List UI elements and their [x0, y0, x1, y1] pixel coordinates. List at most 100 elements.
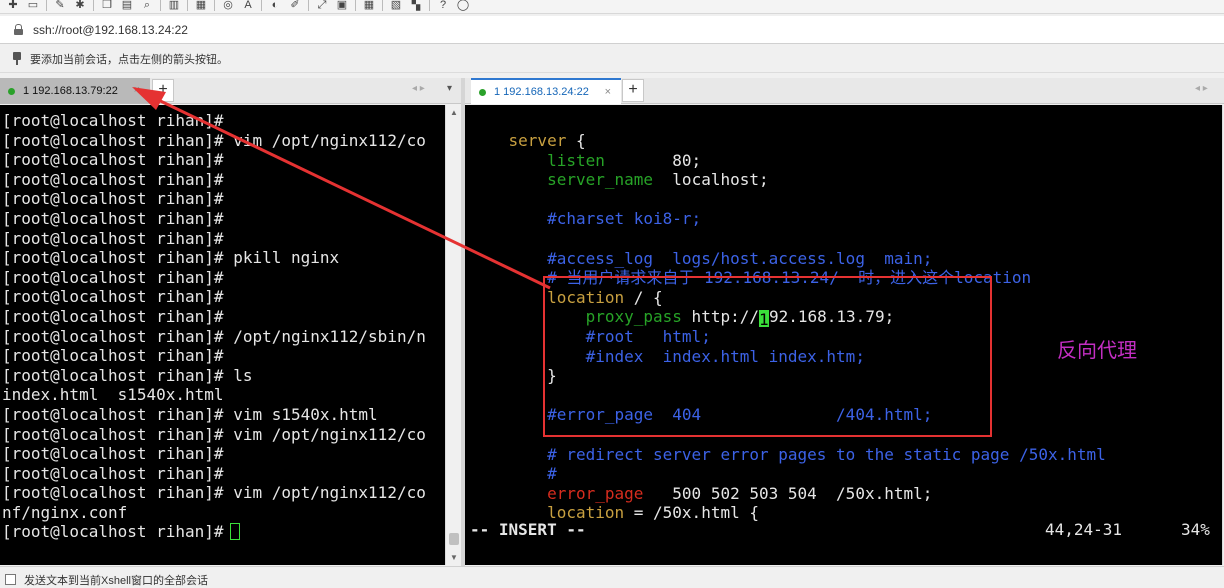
- code-line: # redirect server error pages to the sta…: [470, 445, 1222, 465]
- reconnect-icon[interactable]: ✎: [53, 0, 67, 11]
- comment: # redirect server error pages to the sta…: [547, 444, 1106, 464]
- copy-icon[interactable]: ❐: [100, 0, 114, 11]
- session-hint-bar: 要添加当前会话，点击左侧的箭头按钮。: [0, 45, 1224, 73]
- paste-icon[interactable]: ▤: [120, 0, 134, 11]
- toolbar-separator: [46, 0, 47, 11]
- toolbar-separator: [382, 0, 383, 11]
- compose-icon[interactable]: ▧: [389, 0, 403, 11]
- toolbar-separator: [261, 0, 262, 11]
- annotation-label: 反向代理: [1057, 338, 1137, 362]
- address-text[interactable]: ssh://root@192.168.13.24:22: [33, 23, 188, 37]
- toolbar-separator: [93, 0, 94, 11]
- fullscreen-icon[interactable]: ⤢: [315, 0, 329, 11]
- transfer-icon[interactable]: ▦: [194, 0, 208, 11]
- add-tab-button[interactable]: +: [622, 79, 644, 102]
- xshell-window: ✚ ▭ ✎ ✱ ❐ ▤ ⌕ ▥ ▦ ◎ A ◐ ✐ ⤢ ▣ ▦ ▧ ▚ ? ◯ …: [0, 0, 1224, 588]
- terminal-line: [root@localhost rihan]#: [2, 444, 224, 464]
- tab-session-24[interactable]: 1 192.168.13.24:22 ×: [471, 78, 621, 104]
- directive: listen: [547, 150, 605, 170]
- terminal-line: [root@localhost rihan]#: [2, 228, 224, 248]
- tab-session-79[interactable]: 1 192.168.13.79:22 ×: [0, 78, 150, 104]
- lock-icon: [14, 24, 23, 35]
- directive: server_name: [547, 170, 654, 190]
- scroll-percent: 34%: [1181, 520, 1210, 539]
- color-icon[interactable]: ◐: [268, 0, 282, 11]
- tab-label: 1 192.168.13.24:22: [494, 86, 589, 98]
- send-to-all-bar: 发送文本到当前Xshell窗口的全部会话: [0, 566, 1224, 588]
- terminal-line: [root@localhost rihan]# vim /opt/nginx11…: [2, 483, 426, 503]
- toolbar-separator: [308, 0, 309, 11]
- comment: #charset koi8-r;: [547, 209, 702, 229]
- terminal-line: [root@localhost rihan]#: [2, 111, 224, 130]
- terminal-line: index.html s1540x.html: [2, 385, 224, 405]
- new-session-icon[interactable]: ✚: [6, 0, 20, 11]
- lock-icon[interactable]: ▣: [335, 0, 349, 11]
- vim-mode: -- INSERT --: [470, 520, 586, 539]
- settings-icon[interactable]: ✱: [73, 0, 87, 11]
- terminal-line: [root@localhost rihan]# /opt/nginx112/sb…: [2, 326, 426, 346]
- terminal-line: [root@localhost rihan]#: [2, 267, 224, 287]
- scroll-up-icon[interactable]: ▲: [446, 105, 462, 120]
- code-line: #access_log logs/host.access.log main;: [470, 249, 1222, 269]
- terminal-line: [root@localhost rihan]# ls: [2, 365, 253, 385]
- code-line: #charset koi8-r;: [470, 209, 1222, 229]
- print-icon[interactable]: ▥: [167, 0, 181, 11]
- terminal-line: [root@localhost rihan]# vim s1540x.html: [2, 404, 378, 424]
- terminal-line: [root@localhost rihan]#: [2, 189, 224, 209]
- open-folder-icon[interactable]: ▭: [26, 0, 40, 11]
- scroll-thumb[interactable]: [449, 533, 459, 545]
- search-icon[interactable]: ⌕: [140, 0, 154, 11]
- terminal-line: [root@localhost rihan]#: [2, 306, 224, 326]
- tab-menu-icon[interactable]: ▾: [447, 83, 452, 94]
- terminal-cursor: [229, 523, 240, 541]
- send-to-all-checkbox[interactable]: [5, 574, 16, 585]
- left-terminal[interactable]: [root@localhost rihan]# [root@localhost r…: [0, 105, 445, 565]
- font-icon[interactable]: A: [241, 0, 255, 11]
- left-scrollbar[interactable]: ▲ ▼: [445, 105, 461, 565]
- terminal-line: [root@localhost rihan]# pkill nginx: [2, 248, 340, 268]
- send-to-all-text: 发送文本到当前Xshell窗口的全部会话: [24, 575, 208, 587]
- help-icon[interactable]: ?: [436, 0, 450, 11]
- close-tab-icon[interactable]: ×: [605, 86, 611, 98]
- scroll-down-icon[interactable]: ▼: [446, 550, 462, 565]
- directive: error_page: [547, 483, 644, 503]
- address-bar[interactable]: ssh://root@192.168.13.24:22: [0, 16, 1224, 44]
- layout-icon[interactable]: ▚: [409, 0, 423, 11]
- connected-dot-icon: [8, 87, 15, 95]
- tab-scroll-arrows-icon[interactable]: ◂ ▸: [412, 83, 425, 94]
- connected-dot-icon: [479, 88, 486, 96]
- vim-status-line: -- INSERT -- 44,24-31 34%: [465, 520, 1222, 542]
- code-line: server {: [508, 131, 586, 150]
- script-icon[interactable]: ✐: [288, 0, 302, 11]
- prompt-text: [root@localhost rihan]#: [2, 522, 224, 542]
- toolbar-separator: [160, 0, 161, 11]
- globe-icon[interactable]: ◎: [221, 0, 235, 11]
- keyword: server: [508, 131, 567, 150]
- code-line: listen 80;: [547, 150, 702, 170]
- comment: #access_log logs/host.access.log main;: [547, 248, 933, 268]
- terminal-line: [root@localhost rihan]# vim /opt/nginx11…: [2, 130, 426, 150]
- pin-icon[interactable]: [12, 52, 22, 65]
- close-tab-icon[interactable]: ×: [134, 84, 140, 96]
- code-line: error_page 500 502 503 504 /50x.html;: [547, 483, 933, 503]
- terminal-line: [root@localhost rihan]#: [2, 169, 224, 189]
- keyboard-icon[interactable]: ▦: [362, 0, 376, 11]
- add-tab-button[interactable]: +: [152, 79, 174, 102]
- toolbar-separator: [355, 0, 356, 11]
- tab-scroll-arrows-icon[interactable]: ◂ ▸: [1195, 83, 1208, 94]
- code-line: #: [470, 464, 1222, 484]
- toolbar-separator: [187, 0, 188, 11]
- cursor-position: 44,24-31: [1045, 520, 1123, 539]
- terminal-line: [root@localhost rihan]#: [2, 150, 224, 170]
- terminal-line: [root@localhost rihan]#: [2, 463, 224, 483]
- tab-label: 1 192.168.13.79:22: [23, 85, 118, 97]
- chat-icon[interactable]: ◯: [456, 0, 470, 11]
- toolbar-separator: [429, 0, 430, 11]
- annotation-box: [543, 276, 992, 437]
- hint-text: 要添加当前会话，点击左侧的箭头按钮。: [30, 53, 228, 66]
- terminal-line: nf/nginx.conf: [2, 502, 128, 522]
- right-tab-bar: 1 192.168.13.24:22 × + ◂ ▸: [465, 78, 1224, 104]
- terminal-line: [root@localhost rihan]# vim /opt/nginx11…: [2, 424, 426, 444]
